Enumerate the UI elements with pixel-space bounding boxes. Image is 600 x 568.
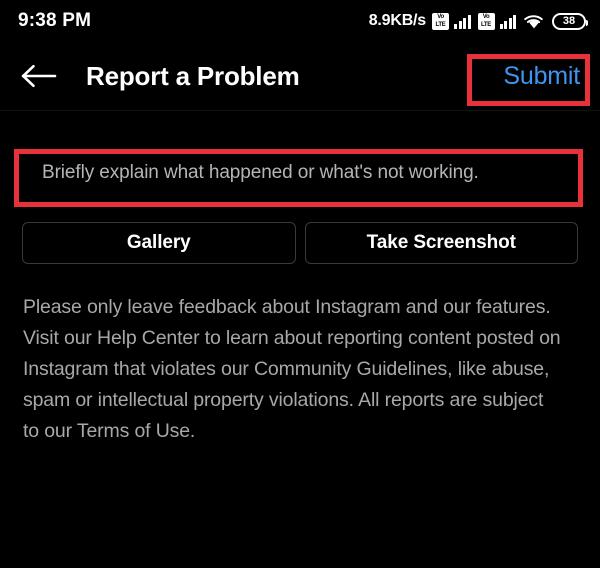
- arrow-left-icon: [21, 64, 57, 88]
- network-speed-indicator: 8.9KB/s: [368, 12, 426, 29]
- disclaimer-text: Please only leave feedback about Instagr…: [23, 296, 561, 442]
- page-title: Report a Problem: [86, 60, 300, 91]
- volte-icon-sim2-bottom: LTE: [481, 22, 491, 28]
- status-bar-indicators: 8.9KB/s Vo LTE Vo LTE 38: [368, 12, 588, 30]
- volte-icon-sim1-top: Vo: [437, 14, 444, 20]
- main-content: Briefly explain what happened or what's …: [0, 144, 600, 447]
- signal-strength-icon-sim2: [499, 13, 516, 29]
- app-header: Report a Problem Submit: [0, 42, 600, 110]
- volte-icon-sim2: Vo LTE: [477, 12, 495, 30]
- volte-icon-sim1: Vo LTE: [432, 12, 449, 30]
- attachment-buttons-row: Gallery Take Screenshot: [20, 222, 580, 264]
- feedback-input[interactable]: Briefly explain what happened or what's …: [20, 144, 580, 202]
- gallery-button[interactable]: Gallery: [22, 222, 296, 264]
- submit-button[interactable]: Submit: [497, 58, 586, 95]
- header-divider: [0, 110, 600, 111]
- status-bar-time: 9:38 PM: [18, 10, 92, 31]
- battery-level-label: 38: [562, 14, 576, 27]
- feedback-input-placeholder: Briefly explain what happened or what's …: [42, 162, 479, 183]
- signal-strength-icon-sim1: [454, 13, 471, 29]
- status-bar: 9:38 PM 8.9KB/s Vo LTE Vo LTE 38: [0, 0, 600, 42]
- volte-icon-sim2-top: Vo: [482, 14, 490, 20]
- battery-icon: 38: [552, 12, 588, 30]
- volte-icon-sim1-bottom: LTE: [435, 22, 446, 28]
- wifi-icon: [524, 14, 543, 28]
- back-button[interactable]: [20, 54, 64, 98]
- take-screenshot-button[interactable]: Take Screenshot: [304, 222, 578, 264]
